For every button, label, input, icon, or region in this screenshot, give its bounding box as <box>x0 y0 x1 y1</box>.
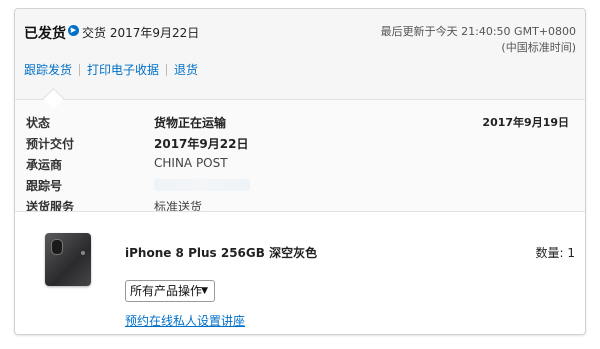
select-value: 所有产品操作 <box>130 284 203 298</box>
order-status-title: 已发货 <box>24 26 66 42</box>
product-actions-select[interactable]: 所有产品操作 ▼ <box>125 280 215 302</box>
info-label: 跟踪号 <box>26 179 63 193</box>
camera-icon <box>51 239 63 255</box>
flash-icon <box>81 251 85 255</box>
order-header: 已发货 ▶ 交货 2017年9月22日 最后更新于今天 21:40:50 GMT… <box>15 9 585 99</box>
shipment-status-value: 货物正在运输 <box>154 116 227 130</box>
print-receipt-link[interactable]: 打印电子收据 <box>87 63 159 77</box>
status-date: 2017年9月19日 <box>482 116 569 129</box>
shipment-info: 状态 货物正在运输 2017年9月19日 预计交付 2017年9月22日 承运商… <box>15 99 585 214</box>
link-divider <box>79 64 81 76</box>
delivery-date-text: 交货 2017年9月22日 <box>82 26 200 40</box>
product-name: iPhone 8 Plus 256GB 深空灰色 <box>125 246 318 260</box>
order-card: 已发货 ▶ 交货 2017年9月22日 最后更新于今天 21:40:50 GMT… <box>14 8 586 335</box>
product-image <box>45 233 91 286</box>
info-row-eta: 预计交付 2017年9月22日 <box>15 135 585 155</box>
carrier-value: CHINA POST <box>154 156 228 170</box>
info-label: 状态 <box>26 116 51 130</box>
setup-seminar-link[interactable]: 预约在线私人设置讲座 <box>125 312 245 329</box>
eta-value: 2017年9月22日 <box>154 137 249 151</box>
product-row: iPhone 8 Plus 256GB 深空灰色 数量: 1 所有产品操作 ▼ … <box>15 212 585 334</box>
last-updated-text: 最后更新于今天 21:40:50 GMT+0800 (中国标准时间) <box>380 25 576 54</box>
info-label: 预计交付 <box>26 137 75 151</box>
info-circle-icon: ▶ <box>68 25 79 36</box>
track-shipment-link[interactable]: 跟踪发货 <box>24 63 72 77</box>
return-link[interactable]: 退货 <box>174 63 198 77</box>
product-quantity: 数量: 1 <box>535 246 576 260</box>
order-actions-links: 跟踪发货 打印电子收据 退货 <box>24 61 198 78</box>
info-row-tracking: 跟踪号 <box>15 177 585 197</box>
link-divider <box>166 64 168 76</box>
info-label: 承运商 <box>26 158 63 172</box>
caret-down-icon: ▼ <box>201 286 208 296</box>
redacted-tracking-number <box>154 178 250 191</box>
tracking-number-value <box>154 177 250 191</box>
info-row-status: 状态 货物正在运输 2017年9月19日 <box>15 114 585 134</box>
info-row-carrier: 承运商 CHINA POST <box>15 156 585 176</box>
